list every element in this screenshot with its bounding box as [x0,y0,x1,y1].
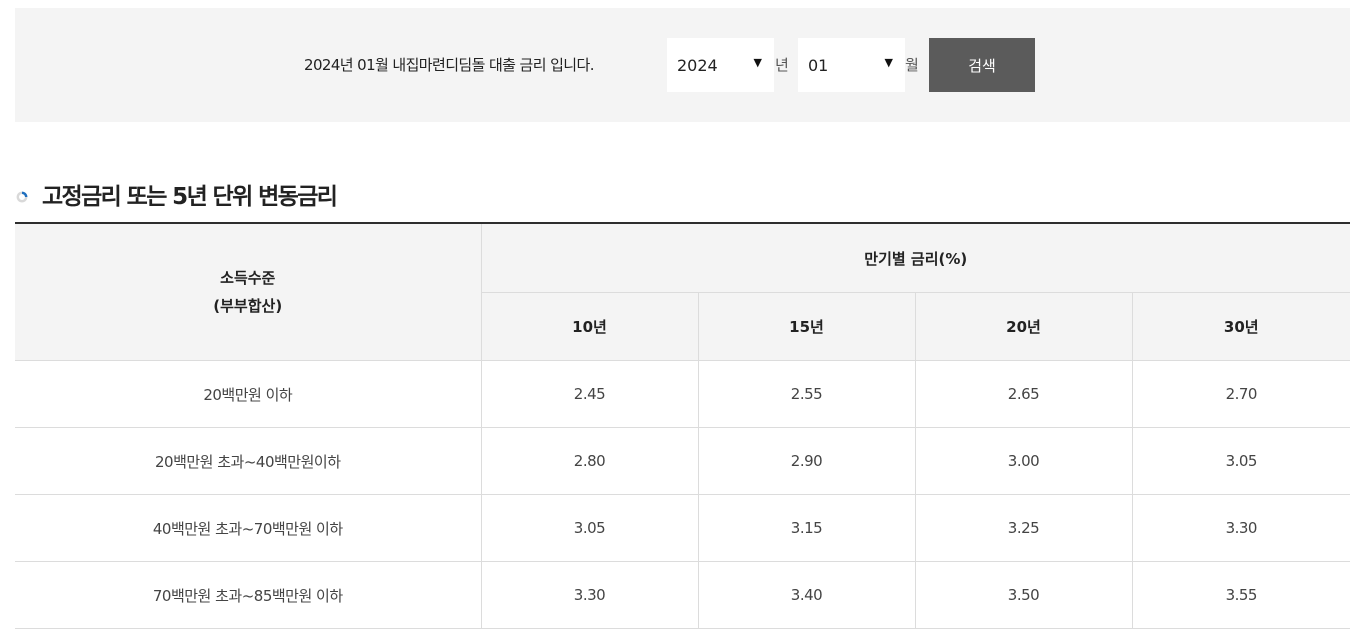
rate-cell: 3.05 [1131,427,1351,495]
rate-cell: 2.80 [480,427,698,495]
table-row: 40백만원 초과~70백만원 이하 3.05 3.15 3.25 3.30 [15,494,1351,562]
rate-cell: 3.55 [1131,561,1351,629]
rate-cell: 2.90 [697,427,915,495]
table-row: 20백만원 초과~40백만원이하 2.80 2.90 3.00 3.05 [15,427,1351,495]
circle-bullet-icon [16,188,28,203]
year-unit-label: 년 [775,56,789,74]
income-cell: 20백만원 이하 [15,360,481,428]
rate-table: 소득수준 (부부합산) 만기별 금리(%) 10년 15년 20년 30년 20… [15,222,1351,629]
table-row: 70백만원 초과~85백만원 이하 3.30 3.40 3.50 3.55 [15,561,1351,629]
term-header-30: 30년 [1131,292,1351,361]
term-header-15: 15년 [697,292,915,361]
term-rate-header: 만기별 금리(%) [480,222,1351,293]
month-select-value: 01 [808,56,829,75]
term-header-10: 10년 [480,292,698,361]
section-title: 고정금리 또는 5년 단위 변동금리 [16,178,338,210]
month-unit-label: 월 [905,56,919,74]
rate-cell: 3.15 [697,494,915,562]
table-row: 20백만원 이하 2.45 2.55 2.65 2.70 [15,360,1351,428]
rate-cell: 3.30 [1131,494,1351,562]
income-level-header: 소득수준 (부부합산) [15,222,481,361]
rate-cell: 3.40 [697,561,915,629]
year-select[interactable]: 2024 ▼ [667,38,774,92]
chevron-down-icon: ▼ [884,56,893,69]
rate-cell: 3.25 [914,494,1132,562]
section-title-text: 고정금리 또는 5년 단위 변동금리 [42,184,338,210]
income-header-line2: (부부합산) [213,297,283,315]
rate-cell: 3.30 [480,561,698,629]
page: 2024년 01월 내집마련디딤돌 대출 금리 입니다. 2024 ▼ 년 01… [0,0,1366,640]
income-cell: 40백만원 초과~70백만원 이하 [15,494,481,562]
search-message: 2024년 01월 내집마련디딤돌 대출 금리 입니다. [304,56,594,74]
rate-cell: 3.05 [480,494,698,562]
rate-cell: 3.50 [914,561,1132,629]
income-cell: 70백만원 초과~85백만원 이하 [15,561,481,629]
rate-cell: 2.55 [697,360,915,428]
term-header-20: 20년 [914,292,1132,361]
month-select[interactable]: 01 ▼ [798,38,905,92]
rate-cell: 3.00 [914,427,1132,495]
rate-cell: 2.65 [914,360,1132,428]
rate-cell: 2.45 [480,360,698,428]
year-select-value: 2024 [677,56,718,75]
table-header-row: 소득수준 (부부합산) 만기별 금리(%) [15,222,1351,361]
rate-cell: 2.70 [1131,360,1351,428]
income-cell: 20백만원 초과~40백만원이하 [15,427,481,495]
income-header-line1: 소득수준 [220,269,276,287]
search-button[interactable]: 검색 [929,38,1035,92]
chevron-down-icon: ▼ [753,56,762,69]
